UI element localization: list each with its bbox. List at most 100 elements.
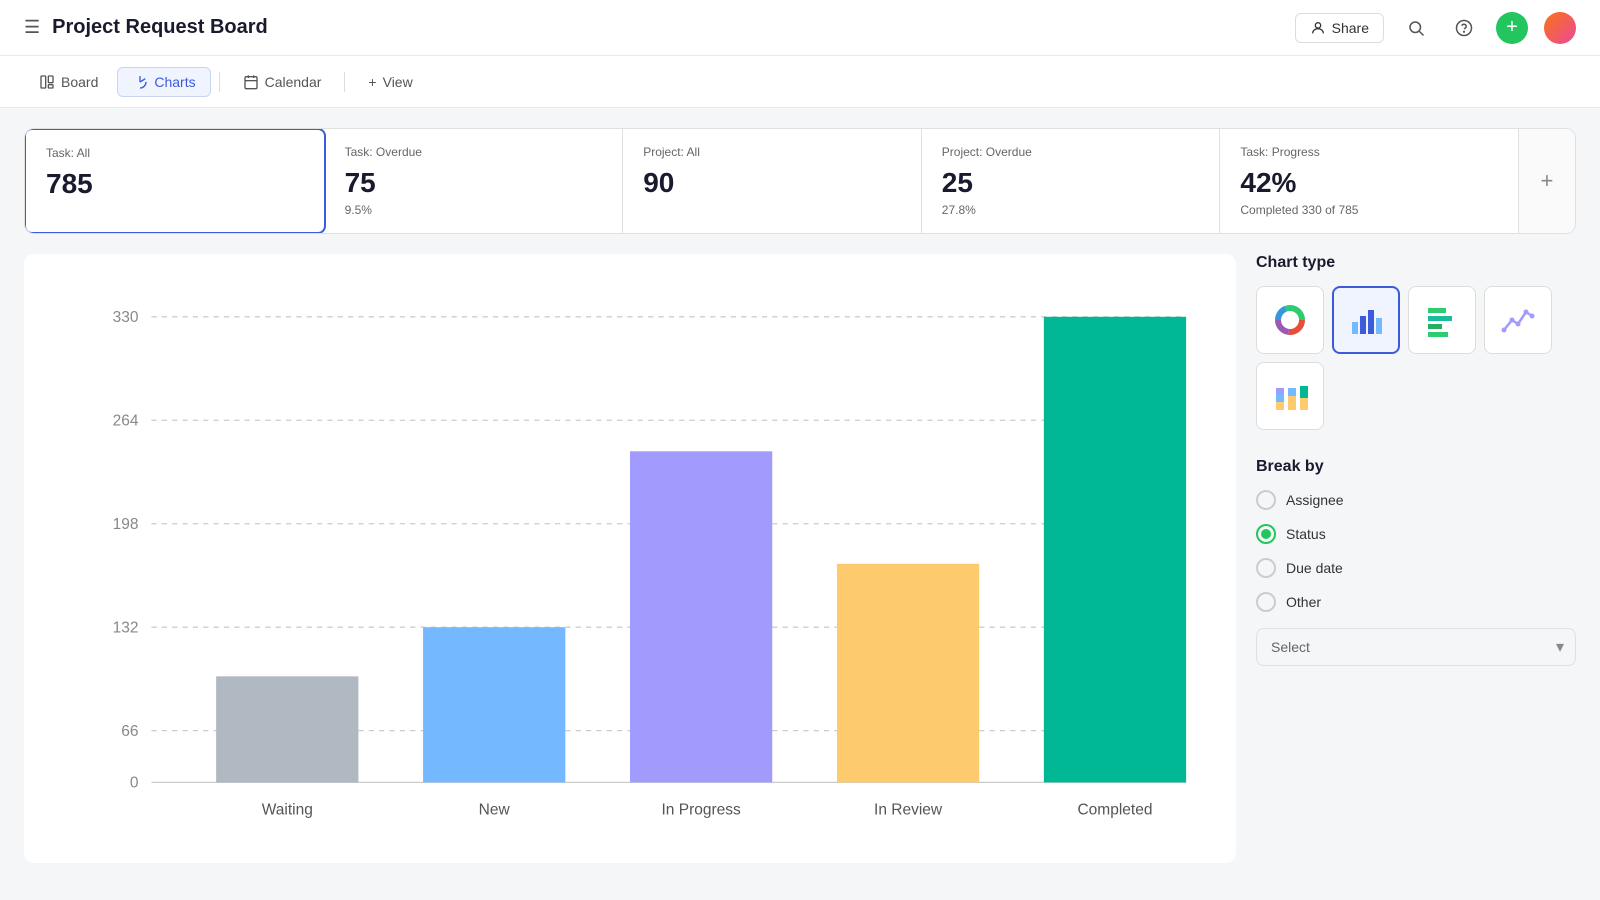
board-icon xyxy=(39,74,55,90)
stat-label-project-overdue: Project: Overdue xyxy=(942,145,1200,159)
share-label: Share xyxy=(1332,20,1369,36)
stat-value-project-all: 90 xyxy=(643,167,901,199)
add-stat-button[interactable]: + xyxy=(1519,129,1575,233)
search-icon xyxy=(1407,19,1425,37)
radio-inner-status xyxy=(1261,529,1271,539)
svg-text:330: 330 xyxy=(113,309,139,326)
bar-inprogress[interactable] xyxy=(630,451,772,782)
share-button[interactable]: Share xyxy=(1295,13,1384,43)
share-person-icon xyxy=(1310,20,1326,36)
plus-icon: + xyxy=(368,74,376,90)
header-right: Share + xyxy=(1295,12,1576,44)
svg-text:Waiting: Waiting xyxy=(262,802,313,819)
line-chart-icon xyxy=(1500,302,1536,338)
radio-label-other: Other xyxy=(1286,594,1321,610)
break-by-title: Break by xyxy=(1256,458,1576,476)
svg-text:132: 132 xyxy=(113,619,139,636)
svg-text:66: 66 xyxy=(121,723,138,740)
charts-icon xyxy=(132,74,148,90)
chart-type-horizontal-bar[interactable] xyxy=(1408,286,1476,354)
tab-charts[interactable]: Charts xyxy=(117,67,210,97)
select-wrapper: Select ▾ xyxy=(1256,628,1576,666)
stat-label-task-overdue: Task: Overdue xyxy=(345,145,603,159)
stat-card-task-overdue[interactable]: Task: Overdue 75 9.5% xyxy=(325,129,624,233)
chart-type-line[interactable] xyxy=(1484,286,1552,354)
svg-text:Completed: Completed xyxy=(1078,802,1153,819)
tab-board-label: Board xyxy=(61,74,98,90)
tab-calendar-label: Calendar xyxy=(265,74,322,90)
stat-card-task-progress[interactable]: Task: Progress 42% Completed 330 of 785 xyxy=(1220,129,1519,233)
radio-due-date[interactable]: Due date xyxy=(1256,558,1576,578)
tab-divider-2 xyxy=(344,72,345,92)
bar-waiting[interactable] xyxy=(216,676,358,782)
bar-completed[interactable] xyxy=(1044,317,1186,783)
avatar[interactable] xyxy=(1544,12,1576,44)
stat-card-project-all[interactable]: Project: All 90 xyxy=(623,129,922,233)
add-stat-icon: + xyxy=(1541,168,1554,194)
radio-label-status: Status xyxy=(1286,526,1326,542)
svg-text:264: 264 xyxy=(113,412,139,429)
main-content: Task: All 785 Task: Overdue 75 9.5% Proj… xyxy=(0,108,1600,883)
radio-assignee[interactable]: Assignee xyxy=(1256,490,1576,510)
break-by-section: Break by Assignee Status Due date xyxy=(1256,458,1576,666)
break-by-select[interactable]: Select xyxy=(1256,628,1576,666)
menu-icon[interactable]: ☰ xyxy=(24,17,40,38)
stat-value-project-overdue: 25 xyxy=(942,167,1200,199)
help-button[interactable] xyxy=(1448,12,1480,44)
bar-chart-svg: 330 264 198 132 66 0 xyxy=(48,278,1212,834)
stat-label-task-progress: Task: Progress xyxy=(1240,145,1498,159)
bar-new[interactable] xyxy=(423,627,565,782)
tab-calendar[interactable]: Calendar xyxy=(228,67,337,97)
stat-value-task-all: 785 xyxy=(46,168,304,200)
stat-label-task-all: Task: All xyxy=(46,146,304,160)
horizontal-bar-icon xyxy=(1424,302,1460,338)
radio-status[interactable]: Status xyxy=(1256,524,1576,544)
tab-divider-1 xyxy=(219,72,220,92)
stat-card-project-overdue[interactable]: Project: Overdue 25 27.8% xyxy=(922,129,1221,233)
svg-text:New: New xyxy=(479,802,511,819)
bar-chart-container: 330 264 198 132 66 0 xyxy=(24,254,1236,863)
chart-section: 330 264 198 132 66 0 xyxy=(24,254,1576,863)
stat-sub-task-overdue: 9.5% xyxy=(345,203,603,217)
radio-circle-due-date xyxy=(1256,558,1276,578)
chart-panel: Chart type xyxy=(1256,254,1576,863)
stats-row: Task: All 785 Task: Overdue 75 9.5% Proj… xyxy=(24,128,1576,234)
svg-text:198: 198 xyxy=(113,516,139,533)
search-button[interactable] xyxy=(1400,12,1432,44)
calendar-icon xyxy=(243,74,259,90)
radio-circle-assignee xyxy=(1256,490,1276,510)
radio-circle-status xyxy=(1256,524,1276,544)
bar-inreview[interactable] xyxy=(837,564,979,783)
chart-type-donut[interactable] xyxy=(1256,286,1324,354)
radio-label-assignee: Assignee xyxy=(1286,492,1344,508)
page-title: Project Request Board xyxy=(52,16,268,39)
chart-type-bar[interactable] xyxy=(1332,286,1400,354)
stat-card-task-all[interactable]: Task: All 785 xyxy=(24,128,326,234)
svg-text:In Review: In Review xyxy=(874,802,943,819)
stat-value-task-overdue: 75 xyxy=(345,167,603,199)
help-icon xyxy=(1455,19,1473,37)
chart-types-group xyxy=(1256,286,1576,430)
bar-chart-icon xyxy=(1348,302,1384,338)
radio-other[interactable]: Other xyxy=(1256,592,1576,612)
header-left: ☰ Project Request Board xyxy=(24,16,268,39)
tabs-bar: Board Charts Calendar + View xyxy=(0,56,1600,108)
svg-text:In Progress: In Progress xyxy=(661,802,741,819)
chart-type-section: Chart type xyxy=(1256,254,1576,430)
donut-icon xyxy=(1272,302,1308,338)
chart-type-stacked[interactable] xyxy=(1256,362,1324,430)
chart-type-title: Chart type xyxy=(1256,254,1576,272)
radio-circle-other xyxy=(1256,592,1276,612)
tab-board[interactable]: Board xyxy=(24,67,113,97)
svg-text:0: 0 xyxy=(130,775,139,792)
tab-charts-label: Charts xyxy=(154,74,195,90)
stacked-chart-icon xyxy=(1272,378,1308,414)
radio-label-due-date: Due date xyxy=(1286,560,1343,576)
stat-label-project-all: Project: All xyxy=(643,145,901,159)
add-button[interactable]: + xyxy=(1496,12,1528,44)
tab-view-label: View xyxy=(383,74,413,90)
stat-sub-project-overdue: 27.8% xyxy=(942,203,1200,217)
tab-view[interactable]: + View xyxy=(353,67,427,97)
header: ☰ Project Request Board Share + xyxy=(0,0,1600,56)
radio-group: Assignee Status Due date Other xyxy=(1256,490,1576,612)
